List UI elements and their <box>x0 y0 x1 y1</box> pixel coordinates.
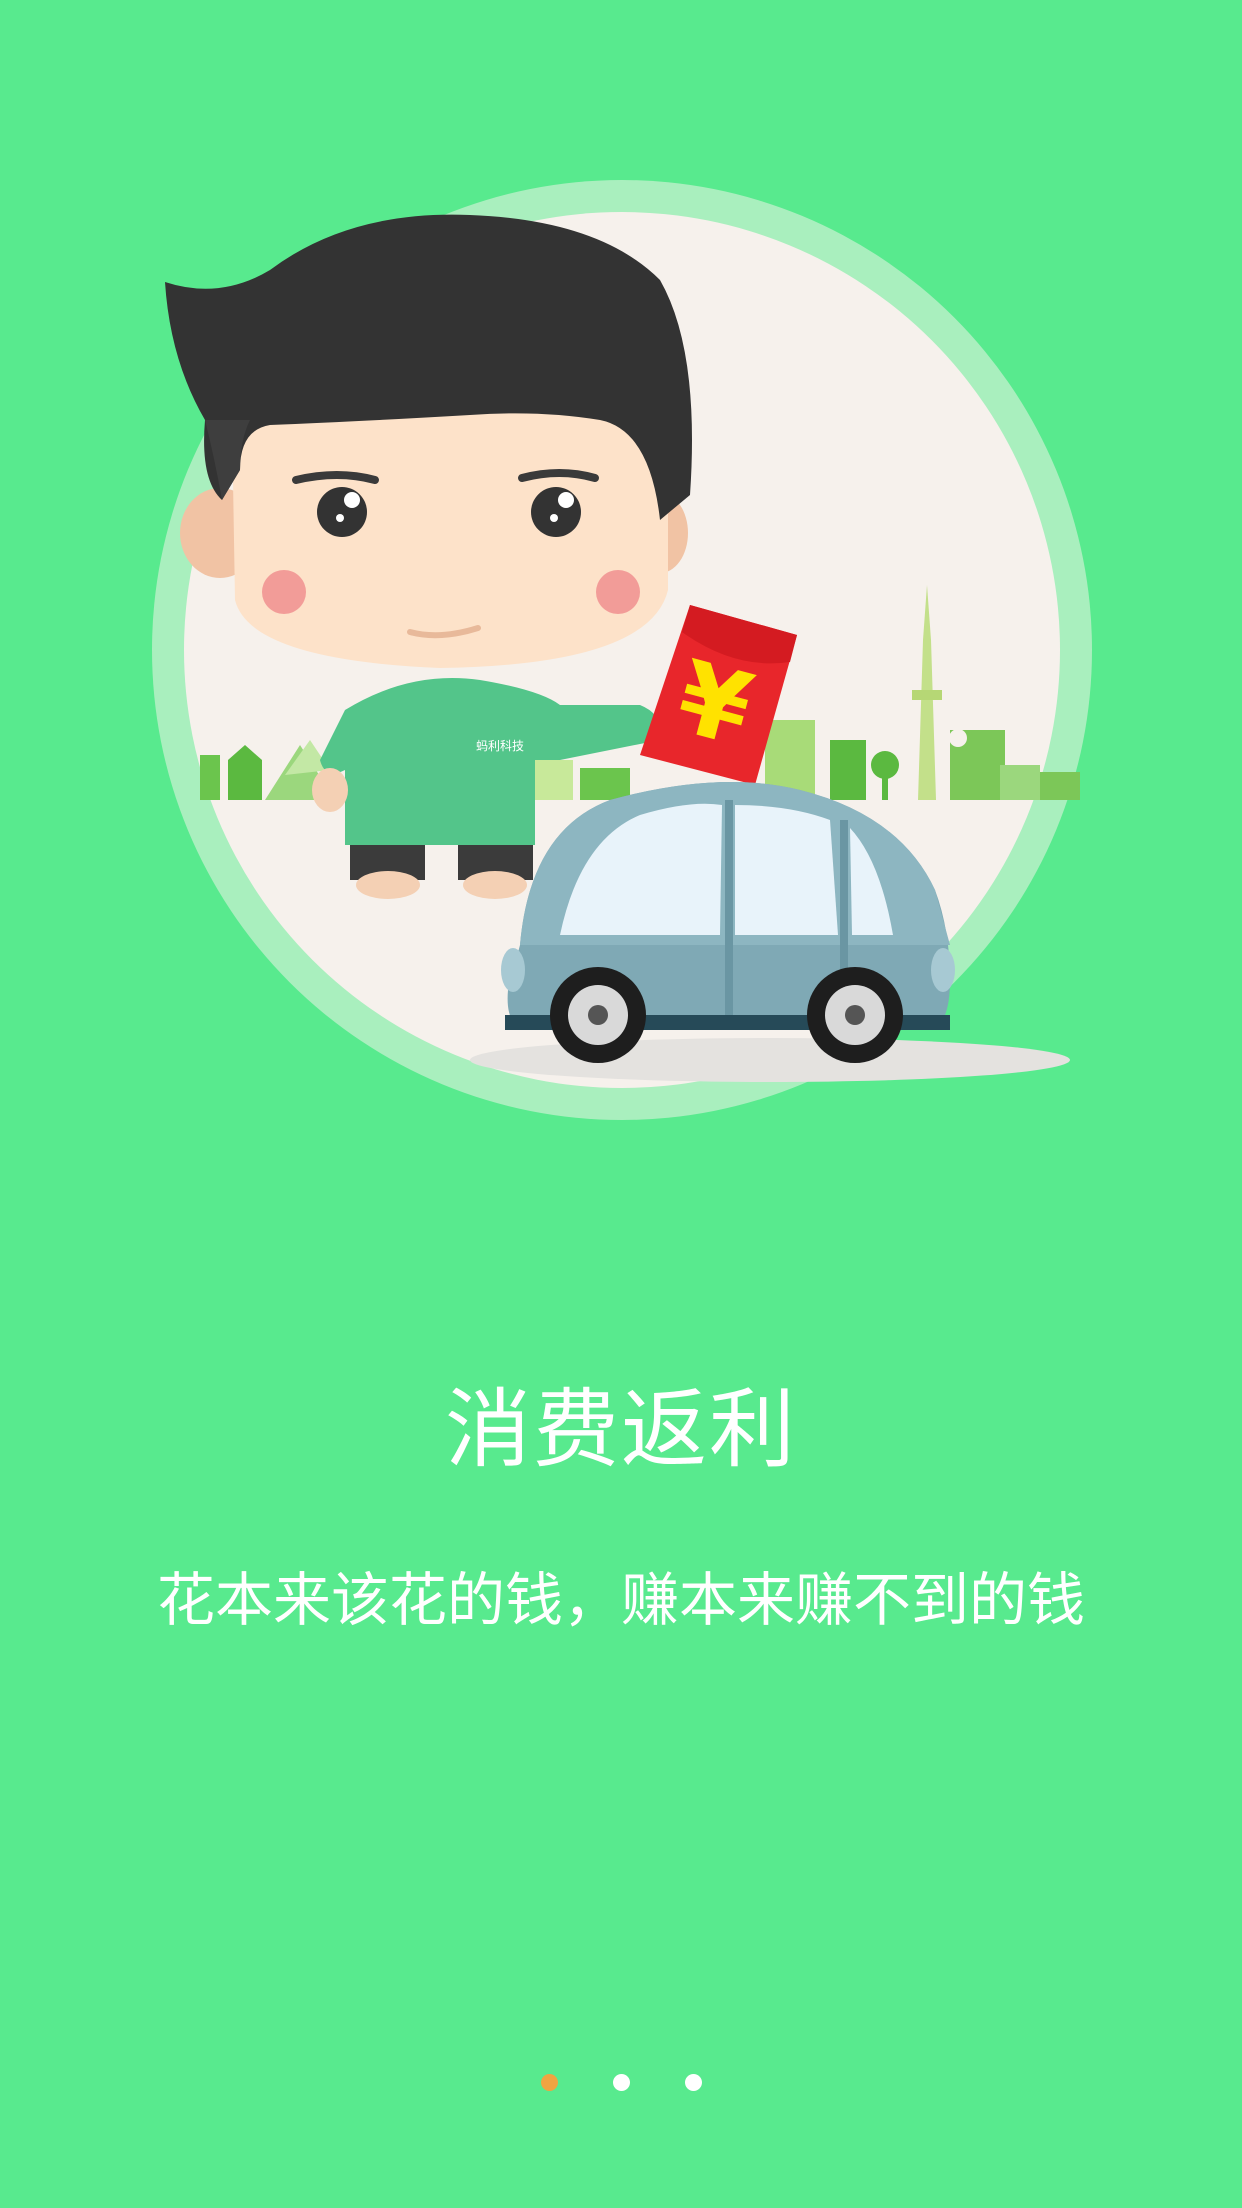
page-indicator <box>0 2074 1242 2096</box>
shirt-logo: 蚂利科技 <box>476 738 524 753</box>
hero-illustration-svg: 蚂利科技 ¥ <box>152 180 1092 1120</box>
onboarding-title: 消费返利 <box>445 1380 797 1480</box>
page-dot-3[interactable] <box>684 2074 702 2091</box>
hero-illustration: 蚂利科技 ¥ <box>0 0 1242 1180</box>
page-dot-2[interactable] <box>612 2074 630 2091</box>
car-shadow <box>470 1038 1070 1082</box>
page-dot-1[interactable] <box>540 2074 558 2091</box>
onboarding-subtitle: 花本来该花的钱，赚本来赚不到的钱 <box>156 1566 1085 1634</box>
